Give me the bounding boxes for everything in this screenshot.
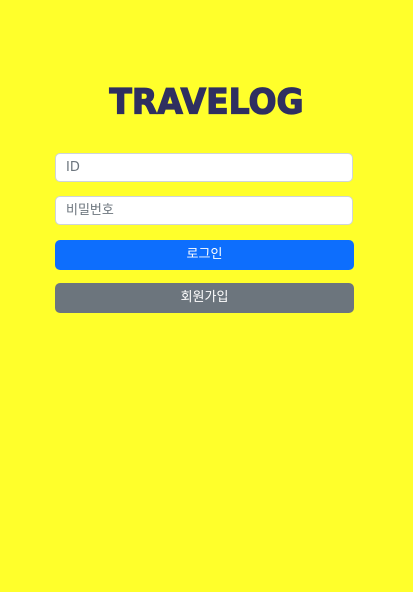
id-input[interactable] [55, 153, 353, 182]
app-logo: TRAVELOG [109, 80, 304, 122]
signup-button[interactable]: 회원가입 [55, 283, 354, 313]
password-input[interactable] [55, 196, 353, 225]
login-page: { "app": { "logo_text": "TRAVELOG" }, "l… [0, 0, 413, 592]
login-button[interactable]: 로그인 [55, 240, 354, 270]
